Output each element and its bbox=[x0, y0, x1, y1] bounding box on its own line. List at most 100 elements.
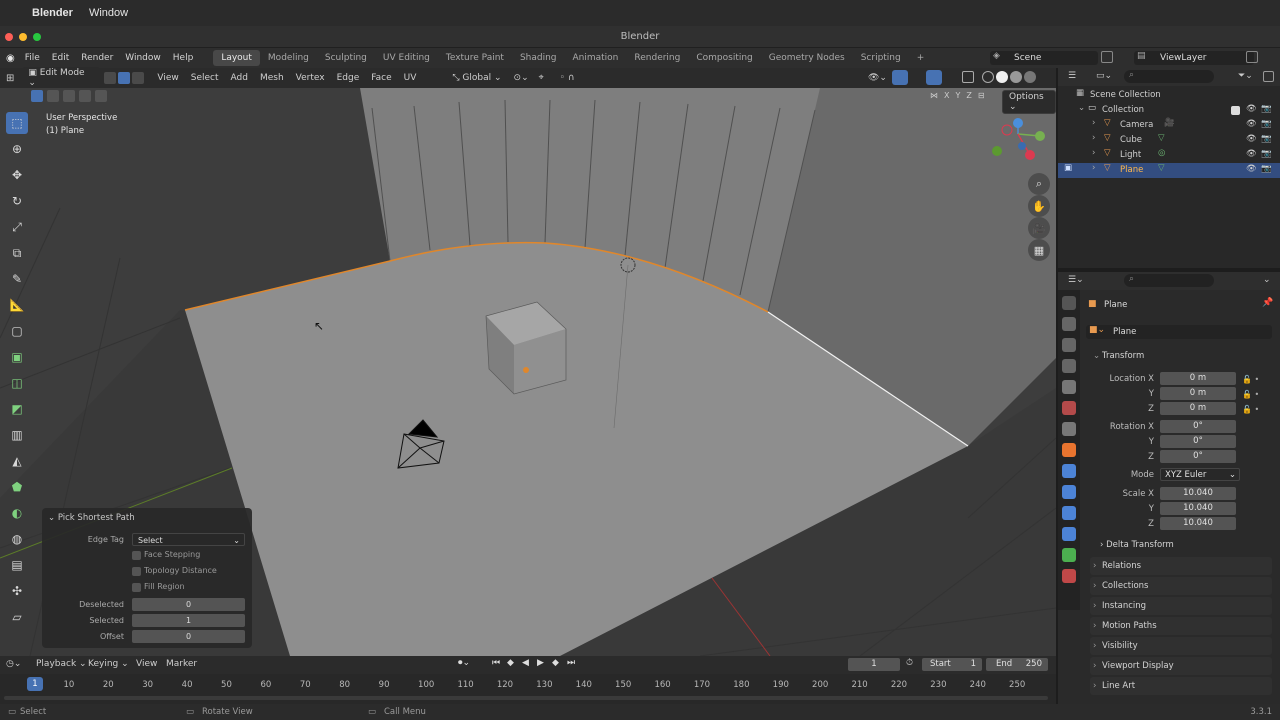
mode-dropdown[interactable]: ▣ Edit Mode ⌄ bbox=[22, 67, 101, 89]
spin-tool-icon[interactable]: ◐ bbox=[6, 502, 28, 524]
data-tab-icon[interactable] bbox=[1062, 548, 1076, 562]
outliner-collection[interactable]: ⌄ ▭ Collection 👁 📷 bbox=[1058, 103, 1280, 118]
collection-visibility-icon[interactable]: 👁 bbox=[1246, 104, 1257, 114]
inset-tool-icon[interactable]: ◫ bbox=[6, 372, 28, 394]
delta-transform-header[interactable]: › Delta Transform bbox=[1100, 540, 1174, 550]
current-frame-field[interactable]: 1 bbox=[848, 658, 900, 671]
pin-icon[interactable]: 📌 bbox=[1262, 298, 1273, 308]
fill-region-checkbox[interactable] bbox=[132, 583, 141, 592]
location-y-field[interactable]: 0 m bbox=[1160, 387, 1236, 400]
menu-window[interactable]: Window bbox=[119, 53, 167, 63]
filter-icon[interactable]: ⏷⌄ bbox=[1238, 71, 1253, 81]
edge-tag-dropdown[interactable]: Select ⌄ bbox=[132, 533, 245, 546]
scale-y-field[interactable]: 10.040 bbox=[1160, 502, 1236, 515]
light-visibility-icon[interactable]: 👁 bbox=[1246, 149, 1257, 159]
app-menu[interactable]: Blender bbox=[32, 7, 73, 19]
collection-checkbox[interactable] bbox=[1231, 106, 1240, 115]
lock-icon[interactable]: 🔓 • bbox=[1242, 372, 1268, 387]
shear-tool-icon[interactable]: ▱ bbox=[6, 606, 28, 628]
add-workspace-button[interactable]: + bbox=[909, 50, 933, 66]
scale-x-field[interactable]: 10.040 bbox=[1160, 487, 1236, 500]
options-dropdown[interactable]: Options ⌄ bbox=[1002, 90, 1056, 114]
plane-render-icon[interactable]: 📷 bbox=[1261, 164, 1272, 174]
play-icon[interactable]: ▶ bbox=[537, 658, 544, 668]
scene-tab-icon[interactable] bbox=[1062, 380, 1076, 394]
select-mode-face-icon[interactable] bbox=[132, 72, 145, 84]
editor-type-icon[interactable]: ⊞ bbox=[6, 73, 14, 84]
tab-compositing[interactable]: Compositing bbox=[688, 50, 760, 66]
motion-paths-panel-header[interactable]: › Motion Paths bbox=[1090, 617, 1272, 635]
timeline-editor-icon[interactable]: ◷⌄ bbox=[6, 659, 21, 669]
start-frame-field[interactable]: Start 1 bbox=[922, 658, 982, 671]
poly-build-tool-icon[interactable]: ⬟ bbox=[6, 476, 28, 498]
menu-render[interactable]: Render bbox=[75, 53, 119, 63]
pan-hand-icon[interactable]: ✋ bbox=[1028, 195, 1050, 217]
rotation-mode-dropdown[interactable]: XYZ Euler ⌄ bbox=[1160, 468, 1240, 481]
zoom-icon[interactable]: ⌕ bbox=[1028, 173, 1050, 195]
topology-distance-checkbox[interactable] bbox=[132, 567, 141, 576]
jump-end-icon[interactable]: ⏭ bbox=[567, 658, 575, 668]
bevel-tool-icon[interactable]: ◩ bbox=[6, 398, 28, 420]
mirror-icon[interactable]: ⋈ bbox=[930, 91, 938, 100]
move-tool-icon[interactable]: ✥ bbox=[6, 164, 28, 186]
tab-uv-editing[interactable]: UV Editing bbox=[375, 50, 438, 66]
output-tab-icon[interactable] bbox=[1062, 338, 1076, 352]
view-layer-tab-icon[interactable] bbox=[1062, 359, 1076, 373]
scene-selector[interactable]: ◈ Scene bbox=[990, 51, 1098, 65]
collection-tab-icon[interactable] bbox=[1062, 422, 1076, 436]
mirror-x-toggle[interactable]: X bbox=[944, 91, 949, 100]
tab-rendering[interactable]: Rendering bbox=[626, 50, 688, 66]
viewport-menu-uv[interactable]: UV bbox=[398, 71, 423, 85]
new-scene-icon[interactable] bbox=[1101, 51, 1113, 63]
outliner-item-plane[interactable]: ▣ › ▽ Plane ▽ 👁 📷 bbox=[1058, 163, 1280, 178]
modifier-tab-icon[interactable] bbox=[1062, 464, 1076, 478]
redo-panel-title[interactable]: ⌄ Pick Shortest Path bbox=[48, 513, 135, 523]
expand-icon[interactable]: › bbox=[1092, 148, 1095, 158]
tab-scripting[interactable]: Scripting bbox=[853, 50, 909, 66]
shading-rendered-icon[interactable] bbox=[1024, 71, 1036, 83]
mirror-z-toggle[interactable]: Z bbox=[966, 91, 971, 100]
tab-texture-paint[interactable]: Texture Paint bbox=[438, 50, 512, 66]
expand-icon[interactable]: › bbox=[1092, 133, 1095, 143]
select-mode-edge-icon[interactable] bbox=[118, 72, 131, 84]
knife-tool-icon[interactable]: ◭ bbox=[6, 450, 28, 472]
xray-icon[interactable] bbox=[962, 71, 974, 83]
preview-range-icon[interactable]: ⏱ bbox=[906, 658, 913, 668]
tab-shading[interactable]: Shading bbox=[512, 50, 565, 66]
new-view-layer-icon[interactable] bbox=[1246, 51, 1258, 63]
shading-material-icon[interactable] bbox=[1010, 71, 1022, 83]
mirror-y-toggle[interactable]: Y bbox=[955, 91, 960, 100]
keyframe-next-icon[interactable]: ◆ bbox=[552, 658, 559, 668]
outliner-item-light[interactable]: › ▽ Light ◎ 👁 📷 bbox=[1058, 148, 1280, 163]
scale-z-field[interactable]: 10.040 bbox=[1160, 517, 1236, 530]
select-extend-mode-icon[interactable] bbox=[47, 90, 59, 102]
expand-icon[interactable]: › bbox=[1092, 163, 1095, 173]
edit-mode-indicator-icon[interactable]: ▣ bbox=[1064, 163, 1072, 173]
location-z-field[interactable]: 0 m bbox=[1160, 402, 1236, 415]
keyframe-prev-icon[interactable]: ◆ bbox=[507, 658, 514, 668]
cube-visibility-icon[interactable]: 👁 bbox=[1246, 134, 1257, 144]
rotation-z-field[interactable]: 0° bbox=[1160, 450, 1236, 463]
select-intersect-mode-icon[interactable] bbox=[95, 90, 107, 102]
extrude-tool-icon[interactable]: ▣ bbox=[6, 346, 28, 368]
viewport-menu-vertex[interactable]: Vertex bbox=[290, 71, 331, 85]
instancing-panel-header[interactable]: › Instancing bbox=[1090, 597, 1272, 615]
auto-merge-icon[interactable]: ⊟ bbox=[978, 91, 985, 100]
viewport-menu-face[interactable]: Face bbox=[365, 71, 397, 85]
viewport-menu-edge[interactable]: Edge bbox=[331, 71, 366, 85]
shrink-fatten-tool-icon[interactable]: ✣ bbox=[6, 580, 28, 602]
transform-panel-header[interactable]: ⌄ Transform bbox=[1090, 347, 1272, 365]
lock-icon[interactable]: 🔓 • bbox=[1242, 387, 1268, 402]
jump-start-icon[interactable]: ⏮ bbox=[492, 658, 500, 668]
select-mode-vertex-icon[interactable] bbox=[104, 72, 117, 84]
shading-solid-icon[interactable] bbox=[996, 71, 1008, 83]
tab-modeling[interactable]: Modeling bbox=[260, 50, 317, 66]
new-collection-icon[interactable] bbox=[1263, 71, 1274, 82]
tab-geometry-nodes[interactable]: Geometry Nodes bbox=[761, 50, 853, 66]
scale-tool-icon[interactable]: ⤢ bbox=[6, 216, 28, 238]
camera-render-icon[interactable]: 📷 bbox=[1261, 119, 1272, 129]
snap-icon[interactable]: ⌖ bbox=[539, 73, 544, 83]
rotate-tool-icon[interactable]: ↻ bbox=[6, 190, 28, 212]
properties-options-icon[interactable]: ⌄ bbox=[1263, 275, 1271, 285]
light-render-icon[interactable]: 📷 bbox=[1261, 149, 1272, 159]
